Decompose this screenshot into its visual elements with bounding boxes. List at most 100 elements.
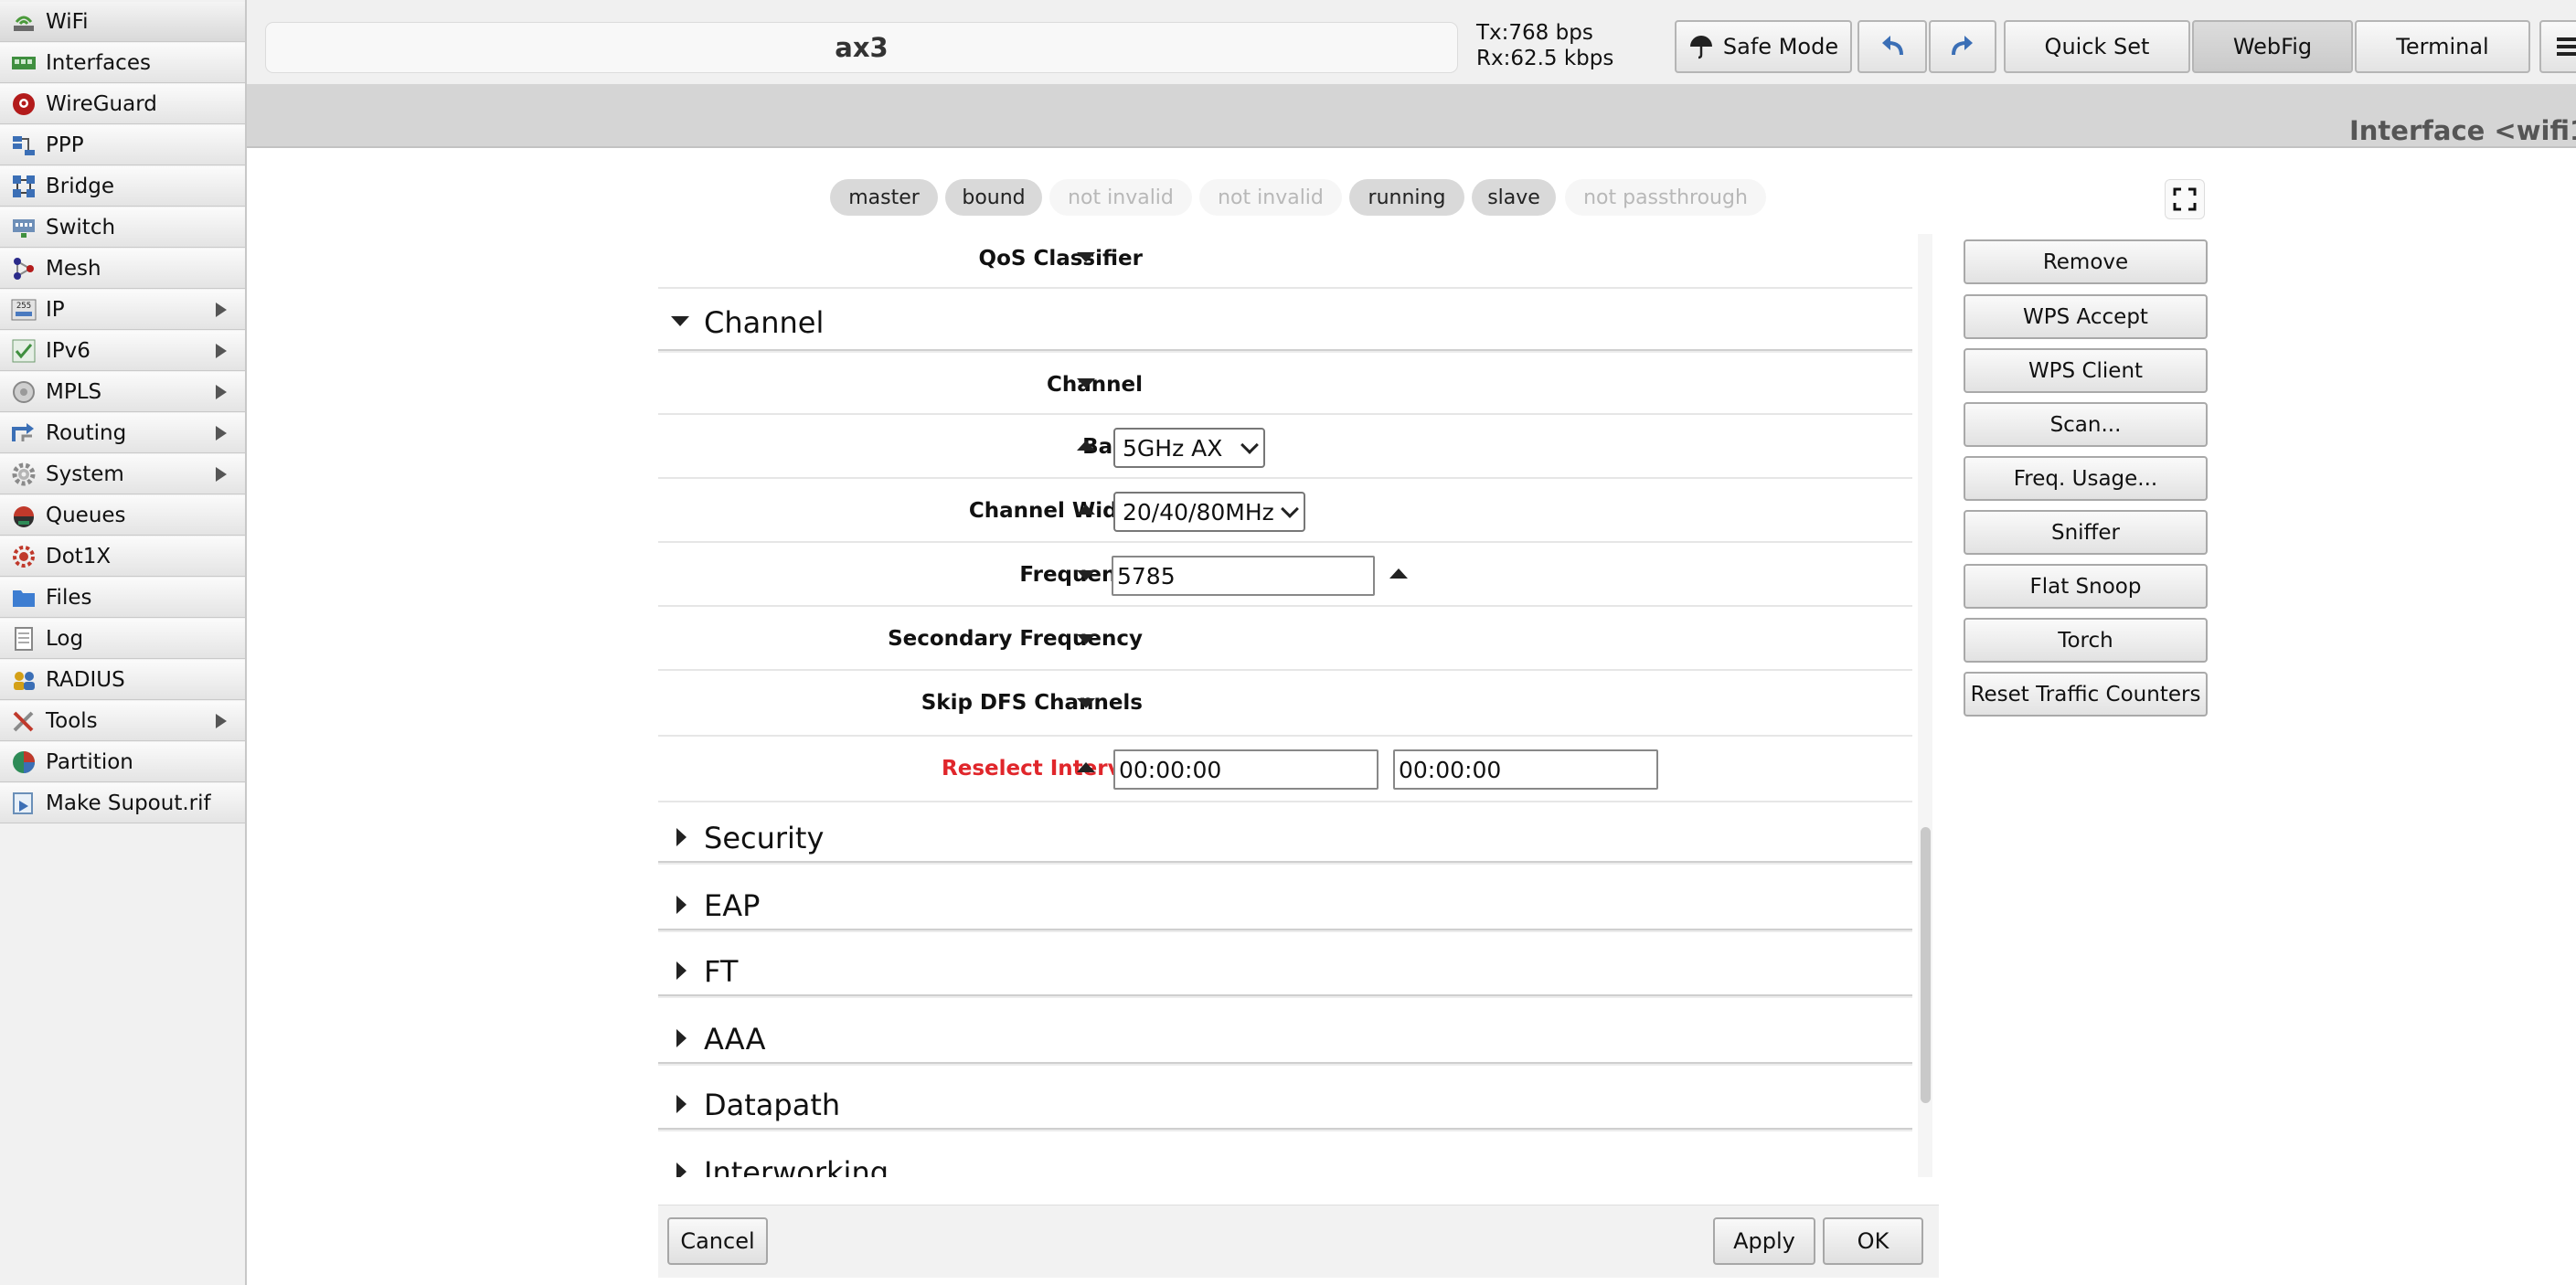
sidebar-item-make-supout[interactable]: Make Supout.rif [0, 783, 245, 823]
frequency-input[interactable] [1112, 556, 1375, 596]
sidebar-item-ipv6[interactable]: IPv6 [0, 331, 245, 371]
secondary-frequency-expand-icon[interactable] [1077, 634, 1095, 644]
safe-mode-button[interactable]: Safe Mode [1675, 20, 1852, 73]
sidebar-item-interfaces[interactable]: Interfaces [0, 43, 245, 83]
apply-button[interactable]: Apply [1713, 1217, 1815, 1265]
flat-snoop-button[interactable]: Flat Snoop [1964, 564, 2208, 609]
wps-accept-button[interactable]: WPS Accept [1964, 294, 2208, 339]
channel-width-select[interactable]: 20/40/80MHz [1113, 492, 1305, 532]
form-scrollbar-thumb[interactable] [1921, 827, 1931, 1103]
interface-form: QoS Classifier Channel Channel Band 5GHz… [658, 234, 1938, 1177]
submenu-arrow-icon [216, 385, 227, 399]
menu-button[interactable] [2539, 20, 2576, 73]
sidebar-item-log[interactable]: Log [0, 619, 245, 659]
fullscreen-button[interactable] [2165, 179, 2205, 219]
section-channel-title: Channel [704, 305, 825, 340]
reset-traffic-counters-button[interactable]: Reset Traffic Counters [1964, 672, 2208, 717]
form-row-band: Band 5GHz AX [658, 415, 1912, 479]
reselect-interval-max-input[interactable] [1393, 749, 1658, 790]
qos-classifier-expand-icon[interactable] [1077, 252, 1095, 262]
sidebar: WiFi Interfaces WireGuard PPP Bridge Swi… [0, 0, 247, 1285]
ok-button[interactable]: OK [1823, 1217, 1923, 1265]
sidebar-item-mpls[interactable]: MPLS [0, 372, 245, 412]
section-datapath[interactable]: Datapath [658, 1075, 1912, 1131]
section-divider [658, 929, 1912, 932]
sidebar-item-label: IP [46, 297, 65, 322]
sidebar-item-wifi[interactable]: WiFi [0, 2, 245, 42]
torch-button[interactable]: Torch [1964, 618, 2208, 663]
folder-icon [13, 589, 35, 607]
sidebar-item-ip[interactable]: 255 IP [0, 290, 245, 330]
sidebar-item-bridge[interactable]: Bridge [0, 166, 245, 207]
status-flag-not-invalid-2: not invalid [1199, 179, 1342, 216]
sidebar-item-routing[interactable]: Routing [0, 413, 245, 453]
section-datapath-title: Datapath [704, 1088, 841, 1122]
cancel-button[interactable]: Cancel [667, 1217, 768, 1265]
sidebar-item-system[interactable]: System [0, 454, 245, 494]
sidebar-item-label: Tools [46, 708, 98, 733]
tools-icon [13, 711, 34, 731]
frequency-expand-icon[interactable] [1077, 570, 1095, 580]
section-divider [658, 1062, 1912, 1066]
sidebar-item-label: Partition [46, 749, 133, 774]
sidebar-item-tools[interactable]: Tools [0, 701, 245, 741]
ip-icon: 255 [11, 299, 37, 320]
submenu-arrow-icon [216, 344, 227, 358]
section-channel[interactable]: Channel [658, 289, 1912, 353]
section-ft[interactable]: FT [658, 943, 1912, 1000]
status-flag-running: running [1349, 179, 1464, 216]
undo-icon [1882, 36, 1903, 56]
section-eap[interactable]: EAP [658, 876, 1912, 932]
webfig-button[interactable]: WebFig [2192, 20, 2353, 73]
terminal-button[interactable]: Terminal [2355, 20, 2530, 73]
chevron-down-icon [1281, 500, 1299, 518]
skip-dfs-expand-icon[interactable] [1077, 698, 1095, 708]
quick-set-button[interactable]: Quick Set [2004, 20, 2190, 73]
users-icon [14, 671, 35, 690]
submenu-arrow-icon [216, 426, 227, 441]
reselect-interval-min-input[interactable] [1113, 749, 1378, 790]
section-aaa-title: AAA [704, 1022, 766, 1057]
channel-width-collapse-icon[interactable] [1077, 504, 1095, 515]
section-expand-icon [676, 828, 687, 846]
remove-button[interactable]: Remove [1964, 239, 2208, 284]
sidebar-item-switch[interactable]: Switch [0, 207, 245, 248]
sidebar-item-queues[interactable]: Queues [0, 495, 245, 536]
sidebar-item-label: Mesh [46, 256, 101, 281]
sidebar-item-ppp[interactable]: PPP [0, 125, 245, 165]
redo-button[interactable] [1929, 20, 1996, 73]
sidebar-item-dot1x[interactable]: Dot1X [0, 536, 245, 577]
section-interworking[interactable]: Interworking [658, 1142, 1912, 1177]
safe-mode-label: Safe Mode [1722, 34, 1839, 59]
redo-icon [1952, 36, 1973, 56]
channel-width-select-value: 20/40/80MHz [1123, 498, 1274, 526]
channel-expand-icon[interactable] [1077, 378, 1095, 388]
router-identity: ax3 [265, 22, 1458, 73]
form-row-channel-width: Channel Width 20/40/80MHz [658, 479, 1912, 543]
sidebar-item-label: Log [46, 626, 84, 651]
sidebar-item-label: Routing [46, 420, 127, 445]
band-collapse-icon[interactable] [1077, 441, 1095, 451]
skip-dfs-label: Skip DFS Channels [921, 691, 1143, 715]
section-expand-icon [676, 896, 687, 914]
sniffer-button[interactable]: Sniffer [1964, 510, 2208, 555]
section-security[interactable]: Security [658, 810, 1912, 866]
undo-button[interactable] [1857, 20, 1927, 73]
reselect-interval-collapse-icon[interactable] [1077, 762, 1095, 772]
routing-icon [12, 422, 34, 441]
section-aaa[interactable]: AAA [658, 1009, 1912, 1066]
section-ft-title: FT [704, 954, 739, 989]
sidebar-item-wireguard[interactable]: WireGuard [0, 84, 245, 124]
sidebar-item-radius[interactable]: RADIUS [0, 660, 245, 700]
status-flag-not-passthrough: not passthrough [1565, 179, 1766, 216]
sidebar-item-label: WireGuard [46, 91, 157, 116]
wps-client-button[interactable]: WPS Client [1964, 348, 2208, 393]
freq-usage-button[interactable]: Freq. Usage... [1964, 456, 2208, 501]
sidebar-item-mesh[interactable]: Mesh [0, 249, 245, 289]
scan-button[interactable]: Scan... [1964, 402, 2208, 447]
sidebar-item-partition[interactable]: Partition [0, 742, 245, 782]
frequency-add-icon[interactable] [1389, 568, 1408, 579]
band-select[interactable]: 5GHz AX [1113, 428, 1265, 468]
sidebar-item-files[interactable]: Files [0, 578, 245, 618]
section-expand-icon [676, 961, 687, 980]
